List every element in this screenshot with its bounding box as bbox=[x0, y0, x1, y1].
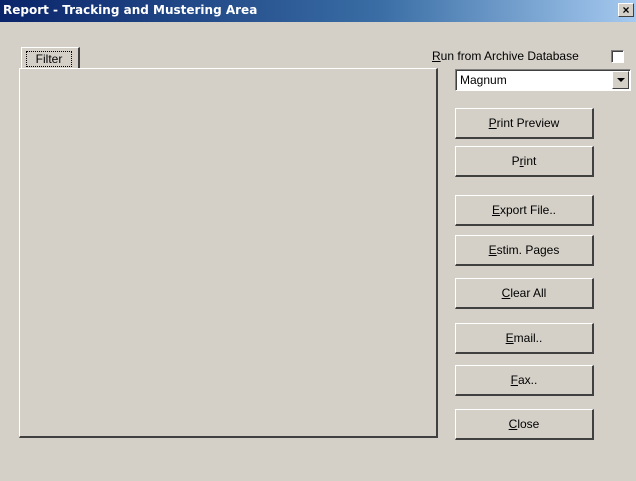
chevron-down-icon bbox=[617, 78, 625, 82]
print-button[interactable]: Print bbox=[455, 146, 594, 177]
fax-button[interactable]: Fax.. bbox=[455, 365, 594, 396]
close-window-button[interactable]: × bbox=[618, 3, 634, 17]
close-button[interactable]: Close bbox=[455, 409, 594, 440]
clear-all-button[interactable]: Clear All bbox=[455, 278, 594, 309]
close-icon: × bbox=[622, 3, 630, 17]
title-bar: Report - Tracking and Mustering Area × bbox=[0, 0, 636, 22]
database-select-value: Magnum bbox=[460, 73, 507, 87]
tab-filter[interactable]: Filter bbox=[21, 47, 80, 69]
window-title: Report - Tracking and Mustering Area bbox=[3, 3, 258, 17]
database-select[interactable]: Magnum bbox=[455, 69, 631, 91]
estim-pages-button[interactable]: Estim. Pages bbox=[455, 235, 594, 266]
dropdown-button[interactable] bbox=[612, 71, 629, 89]
print-preview-button[interactable]: Print Preview bbox=[455, 108, 594, 139]
archive-database-checkbox[interactable] bbox=[611, 50, 624, 63]
export-file-button[interactable]: Export File.. bbox=[455, 195, 594, 226]
filter-panel bbox=[19, 68, 438, 438]
archive-database-label[interactable]: Run from Archive Database bbox=[432, 49, 579, 63]
email-button[interactable]: Email.. bbox=[455, 323, 594, 354]
tab-filter-label: Filter bbox=[26, 51, 72, 67]
